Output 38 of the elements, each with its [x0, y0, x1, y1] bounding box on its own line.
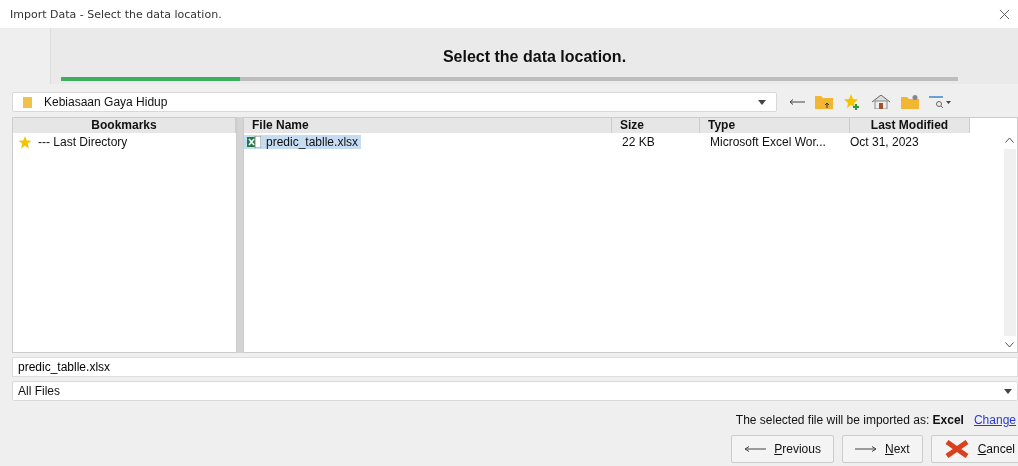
scroll-up-icon[interactable] — [1005, 137, 1014, 143]
file-name-field[interactable]: predic_tablle.xlsx — [12, 357, 1018, 377]
next-button[interactable]: Next — [841, 435, 923, 463]
change-link[interactable]: Change — [973, 413, 1016, 427]
folder-up-icon[interactable] — [815, 95, 833, 109]
folder-icon — [23, 96, 32, 108]
location-dropdown[interactable]: Kebiasaan Gaya Hidup — [12, 92, 777, 112]
home-icon[interactable] — [871, 95, 891, 109]
left-arrow-icon — [744, 446, 767, 452]
column-header[interactable]: Last Modified — [850, 118, 970, 133]
new-folder-icon[interactable] — [901, 95, 919, 109]
file-name-cell[interactable]: predic_tablle.xlsx — [244, 135, 362, 149]
right-arrow-icon — [854, 446, 877, 452]
add-bookmark-star-icon[interactable] — [843, 94, 861, 110]
column-header[interactable]: Size — [612, 118, 700, 133]
previous-button[interactable]: Previous — [731, 435, 834, 463]
column-header[interactable]: Bookmarks — [13, 118, 236, 133]
import-format-note: The selected file will be imported as: Excel — [735, 413, 964, 427]
spreadsheet-file-icon — [247, 136, 261, 148]
view-menu-icon[interactable] — [929, 96, 951, 108]
window-title: Import Data - Select the data location. — [10, 7, 222, 21]
dropdown-arrow-icon — [758, 99, 766, 105]
table-cell: Oct 31, 2023 — [850, 135, 919, 149]
close-icon[interactable] — [999, 8, 1010, 20]
column-header[interactable]: File Name — [244, 118, 612, 133]
scroll-down-icon[interactable] — [1005, 342, 1014, 348]
cross-icon — [943, 440, 970, 458]
file-type-dropdown[interactable]: All Files — [12, 381, 1018, 401]
back-arrow-icon[interactable] — [789, 99, 805, 105]
column-header[interactable]: Type — [700, 118, 850, 133]
splitter-handle[interactable] — [237, 117, 243, 353]
star-icon — [18, 135, 32, 149]
dropdown-arrow-icon — [1004, 388, 1012, 394]
cancel-button[interactable]: Cancel — [930, 435, 1018, 463]
page-heading: Select the data location. — [442, 48, 627, 66]
table-cell: 22 KB — [622, 135, 655, 149]
table-cell: Microsoft Excel Wor... — [710, 135, 826, 149]
bookmark-item[interactable]: --- Last Directory — [13, 133, 236, 151]
